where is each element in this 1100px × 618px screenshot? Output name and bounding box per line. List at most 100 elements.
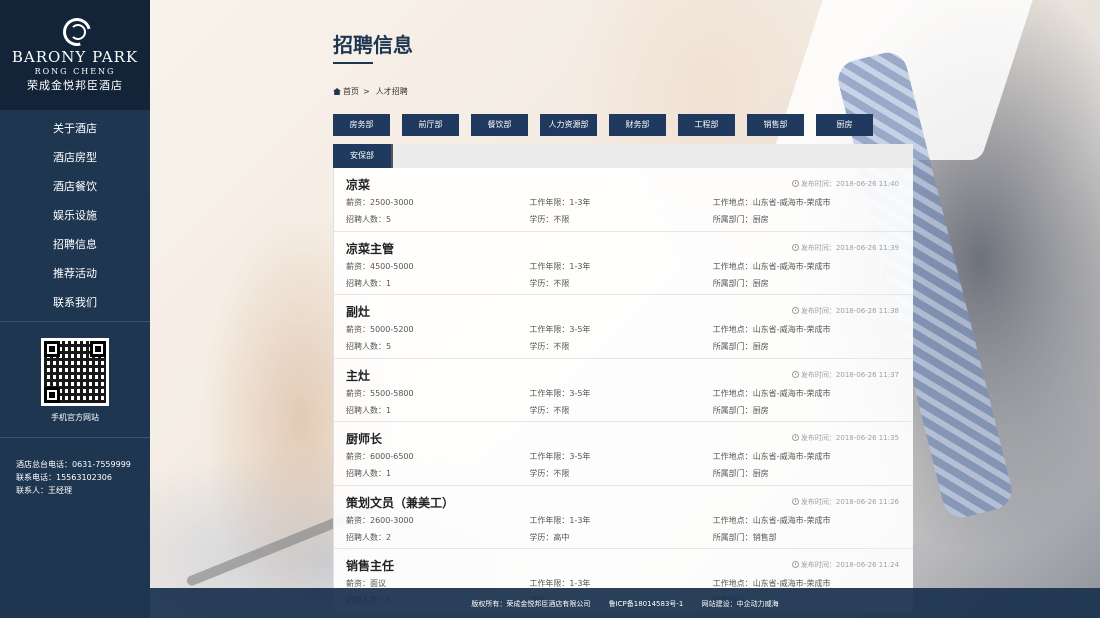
job-headcount: 招聘人数：1: [346, 275, 529, 292]
nav-item-recruitment[interactable]: 招聘信息: [0, 230, 150, 259]
headcount-label: 招聘人数：: [346, 215, 386, 224]
job-row-1: 薪资：2500-3000 工作年限：1-3年 工作地点：山东省-威海市-荣成市: [346, 194, 901, 211]
experience-value: 3-5年: [569, 388, 591, 398]
tab-food-beverage[interactable]: 餐饮部: [471, 114, 528, 136]
headcount-label: 招聘人数：: [346, 532, 386, 542]
breadcrumb-home[interactable]: 首页: [343, 87, 359, 96]
headcount-label: 招聘人数：: [346, 342, 386, 351]
department-label: 所属部门：: [712, 215, 753, 224]
tab-kitchen[interactable]: 厨房: [816, 114, 873, 136]
job-department: 所属部门：厨房: [713, 275, 901, 292]
footer-icp[interactable]: 鲁ICP备18014583号-1: [609, 600, 684, 608]
clock-icon: [791, 370, 799, 378]
job-item[interactable]: 厨师长 发布时间：2018-06-26 11:35 薪资：6000-6500 工作年限…: [334, 422, 913, 486]
salary-value: 5000-5200: [370, 325, 414, 334]
tab-row-1: 房务部 前厅部 餐饮部 人力资源部 财务部 工程部 销售部 厨房: [333, 114, 913, 136]
tab-housekeeping[interactable]: 房务部: [333, 114, 390, 136]
department-value: 销售部: [752, 532, 777, 542]
headcount-value: 5: [386, 215, 392, 224]
job-item[interactable]: 凉菜 发布时间：2018-06-26 11:40 薪资：2500-3000 工作年限：…: [334, 168, 913, 232]
clock-icon: [791, 434, 799, 441]
contact-phone: 联系电话：15563102306: [16, 473, 112, 482]
job-row-2: 招聘人数：5 学历：不限 所属部门：厨房: [346, 338, 901, 355]
experience-value: 1-3年: [569, 198, 591, 207]
salary-value: 6000-6500: [370, 452, 414, 461]
nav-item-dining[interactable]: 酒店餐饮: [0, 172, 150, 201]
job-experience: 工作年限：1-3年: [529, 258, 712, 275]
salary-label: 薪资：: [346, 198, 370, 207]
headcount-label: 招聘人数：: [346, 405, 386, 415]
education-label: 学历：: [529, 405, 554, 415]
education-label: 学历：: [529, 469, 554, 478]
job-time-label: 发布时间：: [800, 561, 836, 569]
clock-icon: [791, 180, 799, 187]
contact-info: 酒店总台电话：0631-7559999 联系电话：15563102306 联系人…: [0, 438, 150, 497]
job-salary: 薪资：5000-5200: [346, 321, 529, 338]
job-time: 发布时间：2018-06-26 11:24: [791, 560, 899, 570]
job-salary: 薪资：4500-5000: [346, 258, 529, 275]
job-time-value: 2018-06-26 11:37: [835, 370, 899, 379]
job-row-2: 招聘人数：5 学历：不限 所属部门：厨房: [346, 211, 901, 228]
salary-value: 5500-5800: [370, 388, 414, 398]
job-salary: 薪资：6000-6500: [346, 448, 529, 465]
experience-value: 3-5年: [569, 325, 591, 334]
footer-builder[interactable]: 网站建设：中企动力威海: [702, 600, 779, 608]
job-item[interactable]: 主灶 发布时间：2018-06-26 11:37 薪资：5500-5800 工作年限：…: [334, 359, 913, 422]
headcount-value: 1: [386, 405, 392, 415]
tab-row-2: 安保部: [333, 144, 913, 168]
page-title: 招聘信息: [333, 33, 413, 57]
job-row-2: 招聘人数：1 学历：不限 所属部门：厨房: [346, 402, 901, 419]
job-location: 工作地点：山东省-威海市-荣成市: [713, 194, 901, 211]
salary-label: 薪资：: [346, 452, 370, 461]
job-time-label: 发布时间：: [800, 434, 836, 442]
job-experience: 工作年限：3-5年: [529, 448, 712, 465]
job-row-1: 薪资：4500-5000 工作年限：1-3年 工作地点：山东省-威海市-荣成市: [346, 258, 901, 275]
job-item[interactable]: 副灶 发布时间：2018-06-26 11:38 薪资：5000-5200 工作年限：…: [334, 295, 913, 359]
main-content: 招聘信息 首页 > 人才招聘 房务部 前厅部 餐饮部 人力资源部 财务部 工程部 销…: [333, 0, 913, 613]
tab-hr[interactable]: 人力资源部: [540, 114, 597, 136]
experience-value: 1-3年: [569, 515, 591, 525]
experience-label: 工作年限：: [529, 198, 570, 207]
location-label: 工作地点：: [712, 515, 753, 525]
logo-mark-icon: [58, 16, 92, 44]
location-label: 工作地点：: [712, 579, 753, 588]
job-time-label: 发布时间：: [800, 307, 836, 315]
location-label: 工作地点：: [712, 325, 753, 334]
department-tabs: 房务部 前厅部 餐饮部 人力资源部 财务部 工程部 销售部 厨房 安保部: [333, 114, 913, 168]
hotel-logo[interactable]: BARONY PARK RONG CHENG 荣成金悦邦臣酒店: [0, 0, 150, 110]
tab-finance[interactable]: 财务部: [609, 114, 666, 136]
headcount-value: 1: [386, 278, 392, 288]
job-education: 学历：高中: [529, 529, 712, 546]
education-value: 不限: [553, 278, 570, 288]
job-location: 工作地点：山东省-威海市-荣成市: [713, 321, 901, 338]
job-time-label: 发布时间：: [800, 243, 836, 252]
salary-label: 薪资：: [346, 388, 370, 398]
job-item[interactable]: 策划文员（兼美工） 发布时间：2018-06-26 11:26 薪资：2600-30…: [334, 486, 913, 549]
nav-item-about[interactable]: 关于酒店: [0, 114, 150, 143]
department-value: 厨房: [752, 342, 769, 351]
experience-value: 1-3年: [569, 579, 591, 588]
tab-front-office[interactable]: 前厅部: [402, 114, 459, 136]
job-headcount: 招聘人数：5: [346, 338, 529, 355]
tab-sales[interactable]: 销售部: [747, 114, 804, 136]
tab-engineering[interactable]: 工程部: [678, 114, 735, 136]
tab-security[interactable]: 安保部: [333, 144, 393, 168]
location-value: 山东省-威海市-荣成市: [752, 579, 831, 588]
nav-item-rooms[interactable]: 酒店房型: [0, 143, 150, 172]
job-item[interactable]: 凉菜主管 发布时间：2018-06-26 11:39 薪资：4500-5000 工作年…: [334, 232, 913, 295]
job-location: 工作地点：山东省-威海市-荣成市: [713, 258, 901, 275]
logo-sub-en: RONG CHENG: [34, 67, 116, 76]
qr-code-icon: [41, 338, 109, 406]
job-time-value: 2018-06-26 11:26: [835, 497, 899, 506]
location-value: 山东省-威海市-荣成市: [752, 515, 831, 525]
job-time: 发布时间：2018-06-26 11:39: [791, 243, 899, 253]
department-label: 所属部门：: [712, 532, 753, 542]
nav-item-promotions[interactable]: 推荐活动: [0, 259, 150, 288]
salary-label: 薪资：: [346, 579, 370, 588]
nav-item-contact[interactable]: 联系我们: [0, 288, 150, 317]
education-value: 不限: [553, 215, 570, 224]
job-time: 发布时间：2018-06-26 11:26: [791, 497, 899, 507]
job-time-value: 2018-06-26 11:35: [835, 434, 899, 442]
breadcrumb-current: 人才招聘: [375, 87, 408, 96]
nav-item-entertainment[interactable]: 娱乐设施: [0, 201, 150, 230]
